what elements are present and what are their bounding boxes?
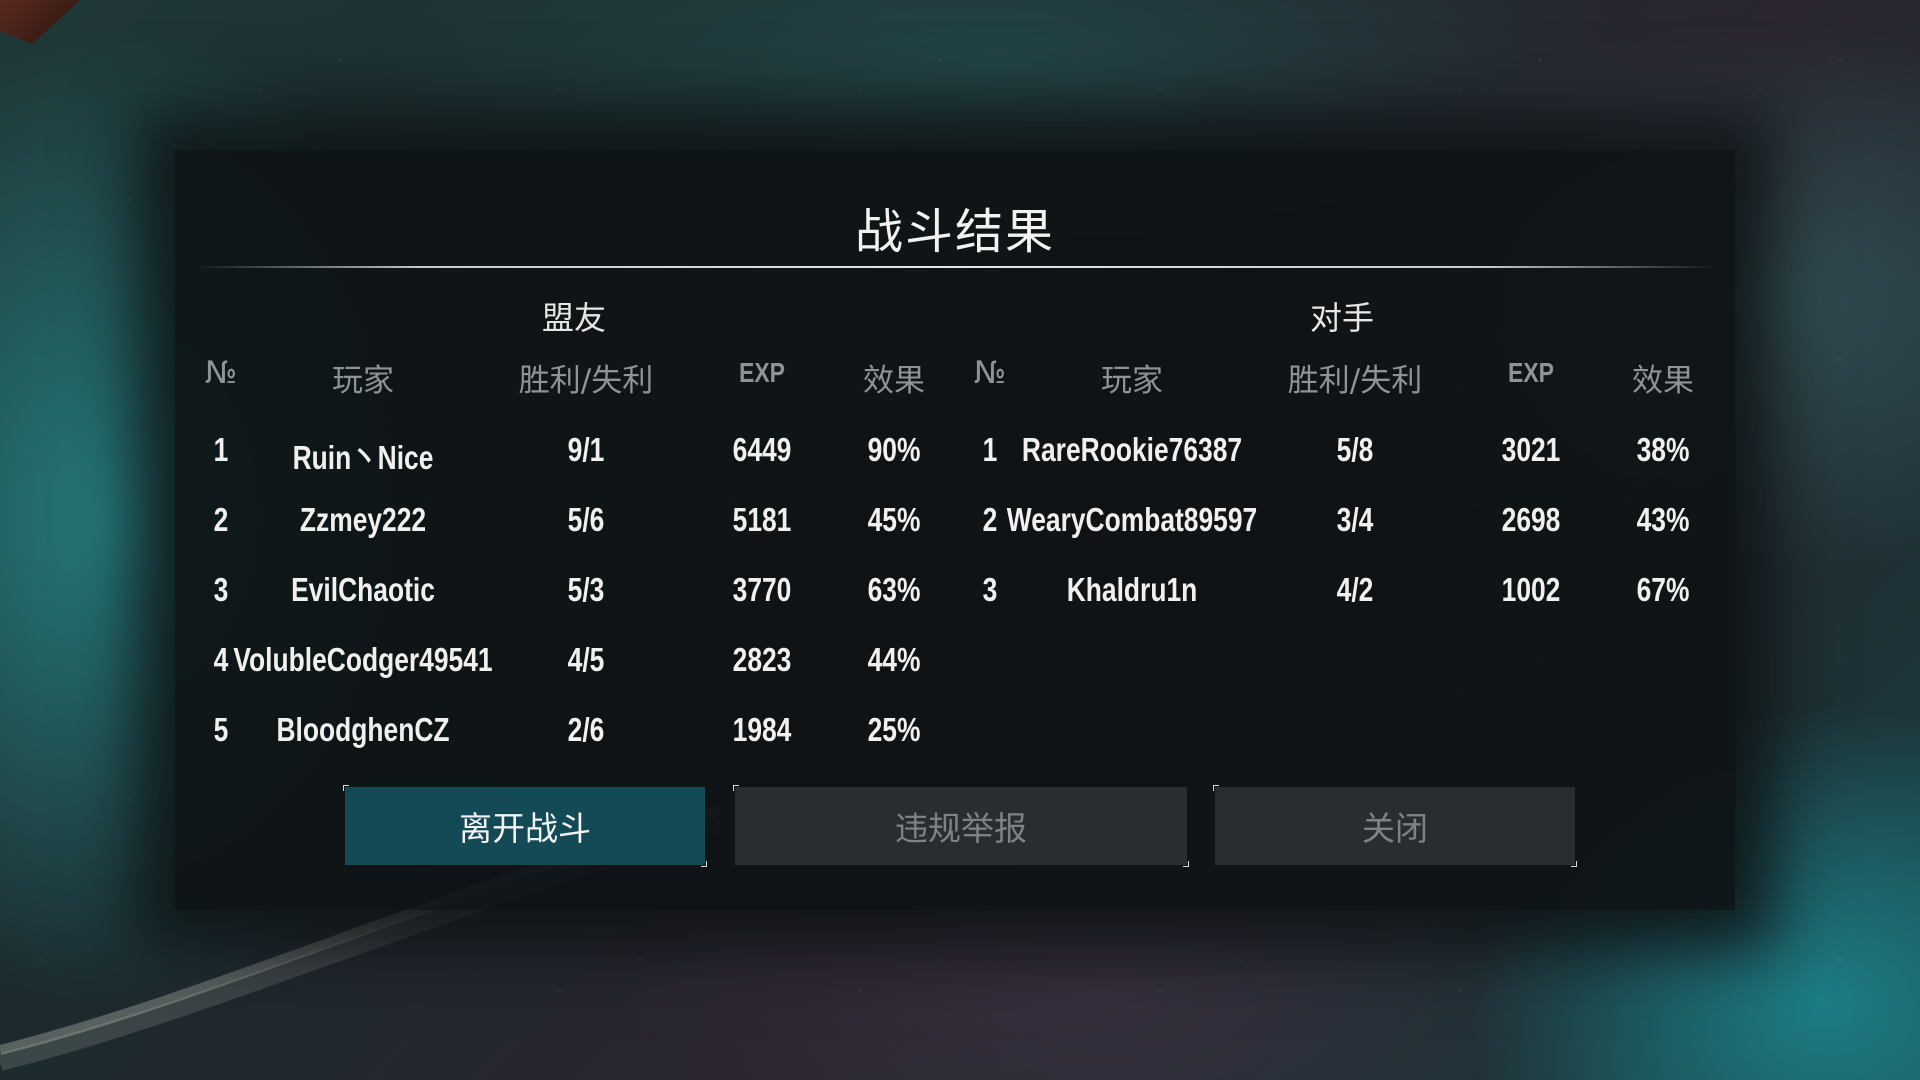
allies-row: 5 BloodghenCZ 2/6 1984 25%	[175, 711, 955, 761]
allies-row: 4 VolubleCodger49541 4/5 2823 44%	[175, 641, 955, 691]
row-efficiency: 44%	[867, 641, 921, 678]
allies-header-efficiency: 效果	[863, 363, 925, 399]
enemies-header-no: №	[973, 355, 1007, 391]
row-efficiency: 38%	[1636, 431, 1690, 468]
allies-header-player: 玩家	[332, 363, 394, 399]
allies-header-winloss: 胜利/失利	[518, 363, 654, 399]
enemies-header-player: 玩家	[1101, 363, 1163, 399]
row-no: 1	[982, 431, 998, 468]
row-player: RareRookie76387	[1021, 431, 1243, 468]
allies-label: 盟友	[542, 299, 607, 337]
close-button[interactable]: 关闭	[1213, 785, 1577, 867]
leave-battle-button[interactable]: 离开战斗	[343, 785, 707, 867]
battle-results-dialog: 战斗结果 盟友 对手 № 玩家 胜利/失利 EXP 效果 № 玩家 胜利/失利 …	[175, 150, 1735, 910]
leave-battle-label: 离开战斗	[459, 809, 591, 848]
row-no: 5	[213, 711, 229, 748]
enemies-label: 对手	[1310, 299, 1375, 337]
report-violation-button[interactable]: 违规举报	[733, 785, 1189, 867]
report-violation-label: 违规举报	[895, 809, 1027, 848]
row-player: Khaldru1n	[1066, 571, 1198, 608]
row-winloss: 4/5	[567, 641, 605, 678]
dialog-title: 战斗结果	[854, 204, 1055, 260]
row-efficiency: 43%	[1636, 501, 1690, 538]
row-player: VolubleCodger49541	[233, 641, 493, 678]
row-exp: 1002	[1501, 571, 1561, 608]
row-player: BloodghenCZ	[276, 711, 450, 748]
allies-header-no: №	[204, 355, 238, 391]
row-exp: 2823	[732, 641, 792, 678]
close-label: 关闭	[1362, 809, 1428, 848]
row-winloss: 2/6	[567, 711, 605, 748]
row-no: 2	[982, 501, 998, 538]
title-divider	[195, 266, 1715, 268]
enemies-row: 2 WearyCombat89597 3/4 2698 43%	[175, 501, 1735, 551]
asteroid-fragment	[0, 0, 80, 44]
row-efficiency: 67%	[1636, 571, 1690, 608]
enemies-header-winloss: 胜利/失利	[1287, 363, 1423, 399]
enemies-row: 1 RareRookie76387 5/8 3021 38%	[175, 431, 1735, 481]
row-winloss: 3/4	[1336, 501, 1374, 538]
row-exp: 1984	[732, 711, 792, 748]
row-player: WearyCombat89597	[1006, 501, 1258, 538]
allies-header-exp: EXP	[739, 357, 785, 388]
row-winloss: 4/2	[1336, 571, 1374, 608]
row-exp: 3021	[1501, 431, 1561, 468]
row-exp: 2698	[1501, 501, 1561, 538]
row-winloss: 5/8	[1336, 431, 1374, 468]
enemies-header-efficiency: 效果	[1632, 363, 1694, 399]
row-efficiency: 25%	[867, 711, 921, 748]
enemies-row: 3 Khaldru1n 4/2 1002 67%	[175, 571, 1735, 621]
row-no: 3	[982, 571, 998, 608]
enemies-header-exp: EXP	[1508, 357, 1554, 388]
row-no: 4	[213, 641, 229, 678]
